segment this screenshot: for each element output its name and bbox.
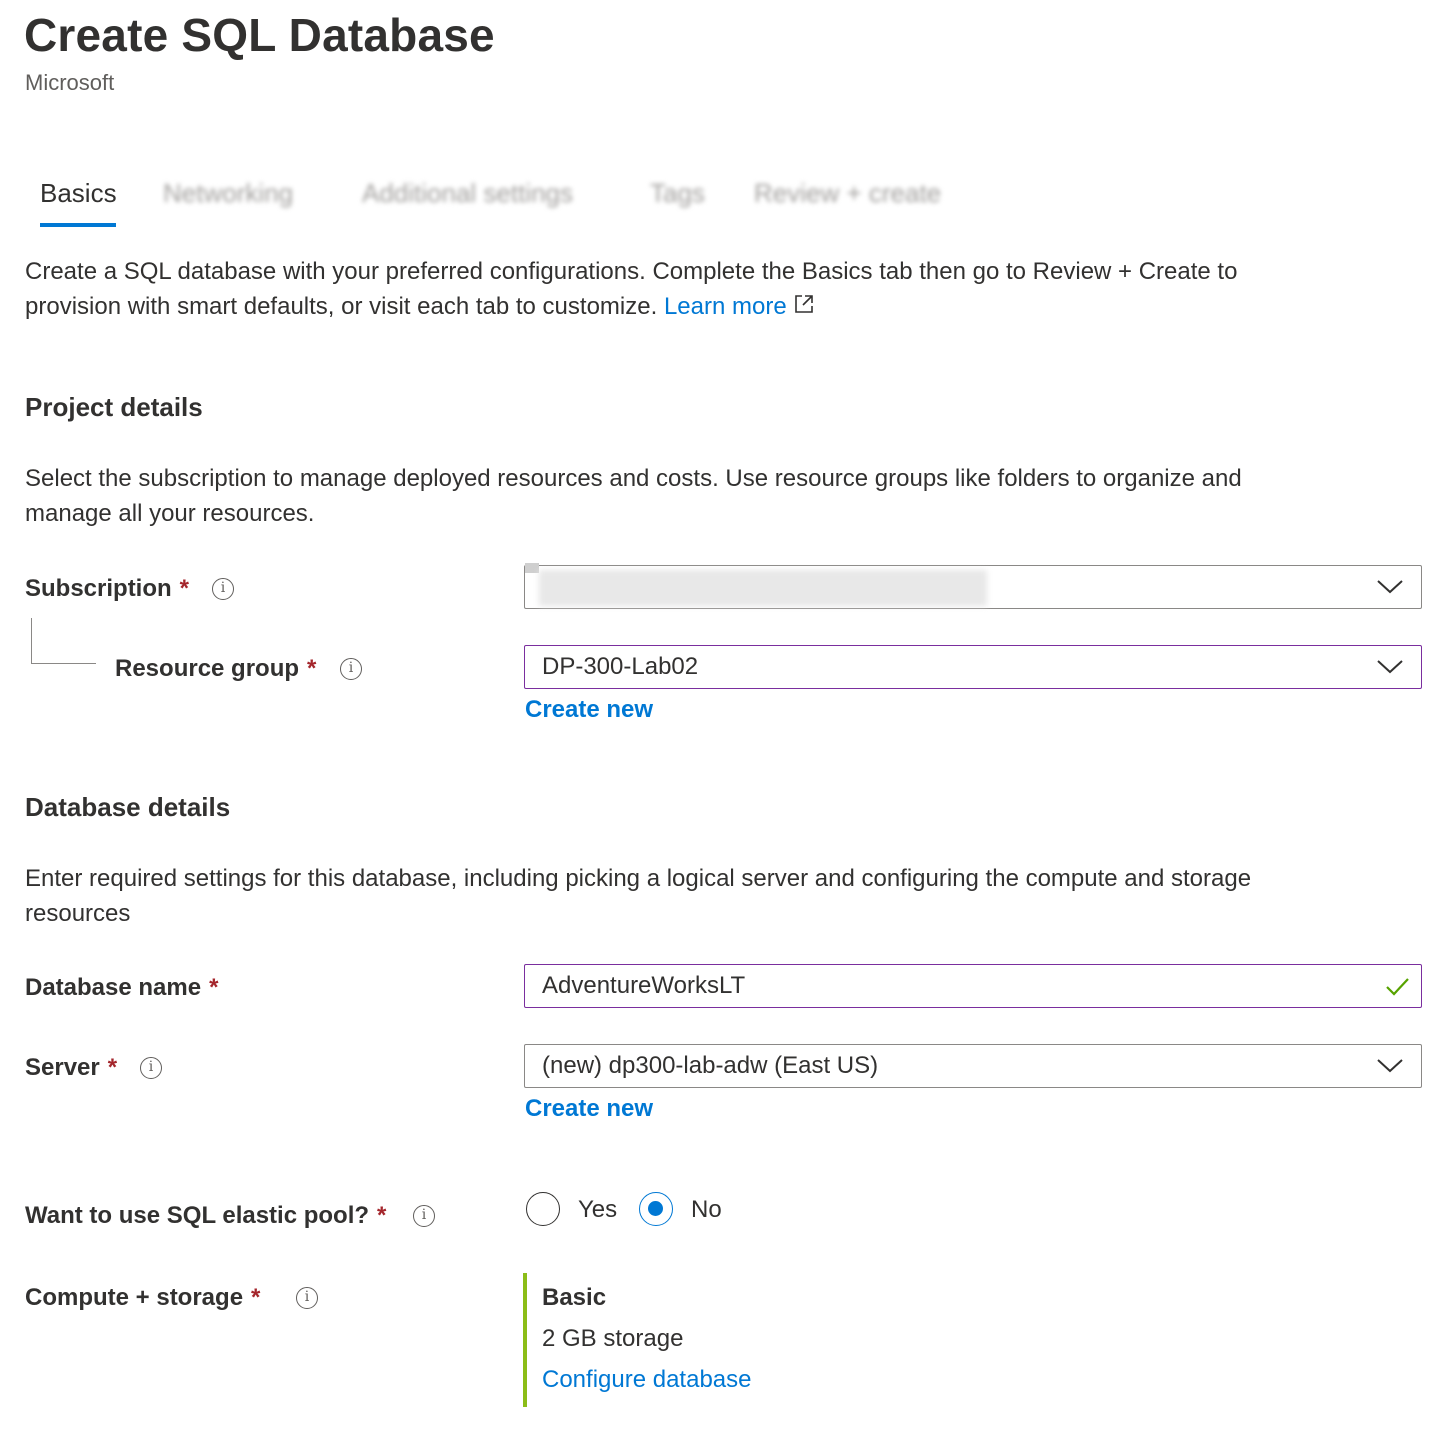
configure-database-link[interactable]: Configure database: [542, 1366, 751, 1394]
compute-storage-label-text: Compute + storage: [25, 1284, 244, 1311]
chevron-down-icon: [1377, 1059, 1403, 1073]
database-desc-line-1: Enter required settings for this databas…: [25, 865, 1252, 892]
chevron-down-icon: [1377, 580, 1403, 594]
page-title: Create SQL Database: [24, 9, 495, 61]
intro-line-2: provision with smart defaults, or visit …: [25, 289, 1415, 324]
tab-tags[interactable]: Tags: [650, 178, 705, 209]
tab-basics[interactable]: Basics: [40, 178, 117, 209]
info-icon[interactable]: i: [212, 578, 234, 600]
intro-line-1: Create a SQL database with your preferre…: [25, 258, 1238, 285]
project-details-heading: Project details: [25, 392, 203, 422]
elastic-pool-label: Want to use SQL elastic pool? *: [25, 1202, 386, 1230]
resource-group-dropdown[interactable]: DP-300-Lab02: [524, 645, 1422, 689]
redacted-subscription-value: [539, 570, 987, 606]
tab-networking[interactable]: Networking: [163, 178, 293, 209]
database-details-heading: Database details: [25, 792, 231, 822]
server-label: Server *: [25, 1054, 117, 1082]
elastic-pool-label-text: Want to use SQL elastic pool?: [25, 1202, 370, 1229]
info-icon[interactable]: i: [296, 1287, 318, 1309]
tier-storage: 2 GB storage: [542, 1325, 684, 1352]
project-desc-line-1: Select the subscription to manage deploy…: [25, 465, 1242, 492]
required-marker: *: [107, 1054, 118, 1081]
database-name-label-text: Database name: [25, 974, 202, 1001]
required-marker: *: [251, 1284, 261, 1311]
subscription-label-text: Subscription: [25, 575, 172, 602]
elastic-pool-no-radio[interactable]: [639, 1192, 673, 1226]
info-icon[interactable]: i: [140, 1057, 162, 1079]
elastic-pool-no-label[interactable]: No: [691, 1196, 722, 1224]
required-marker: *: [377, 1202, 387, 1229]
tab-review-create[interactable]: Review + create: [754, 178, 941, 209]
database-desc-line-2: resources: [25, 900, 131, 927]
project-desc-line-2: manage all your resources.: [25, 500, 315, 527]
database-details-description: Enter required settings for this databas…: [25, 861, 1415, 931]
info-icon[interactable]: i: [413, 1205, 435, 1227]
required-marker: *: [179, 575, 190, 602]
database-name-label: Database name *: [25, 974, 218, 1002]
database-name-input[interactable]: AdventureWorksLT: [524, 964, 1422, 1008]
radio-selected-dot: [648, 1201, 663, 1216]
project-details-description: Select the subscription to manage deploy…: [25, 461, 1415, 531]
resource-group-label-text: Resource group: [115, 655, 300, 682]
required-marker: *: [307, 655, 317, 682]
external-link-icon[interactable]: [793, 293, 815, 315]
server-label-text: Server: [25, 1054, 100, 1081]
learn-more-link[interactable]: Learn more: [664, 293, 787, 320]
elastic-pool-yes-label[interactable]: Yes: [578, 1196, 617, 1224]
server-value: (new) dp300-lab-adw (East US): [542, 1052, 879, 1079]
checkmark-icon: [1386, 978, 1409, 996]
compute-storage-label: Compute + storage *: [25, 1284, 260, 1312]
tab-additional-settings[interactable]: Additional settings: [362, 178, 573, 209]
publisher-label: Microsoft: [25, 70, 115, 95]
database-name-value: AdventureWorksLT: [542, 972, 746, 999]
tier-name: Basic: [542, 1284, 607, 1311]
tier-accent-bar: [523, 1273, 527, 1407]
intro-line-2-text: provision with smart defaults, or visit …: [25, 293, 658, 320]
info-icon[interactable]: i: [340, 658, 362, 680]
intro-description: Create a SQL database with your preferre…: [25, 254, 1415, 324]
subscription-label: Subscription *: [25, 575, 189, 603]
elastic-pool-yes-radio[interactable]: [526, 1192, 560, 1226]
chevron-down-icon: [1377, 660, 1403, 674]
subscription-dropdown[interactable]: [524, 563, 1422, 609]
hierarchy-connector: [31, 618, 96, 664]
create-new-server-link[interactable]: Create new: [525, 1095, 653, 1123]
resource-group-value: DP-300-Lab02: [542, 653, 699, 680]
active-tab-indicator: [40, 223, 116, 227]
redacted-marker: [525, 563, 539, 573]
create-new-resource-group-link[interactable]: Create new: [525, 696, 653, 724]
server-dropdown[interactable]: (new) dp300-lab-adw (East US): [524, 1044, 1422, 1088]
resource-group-label: Resource group *: [115, 655, 316, 683]
required-marker: *: [209, 974, 219, 1001]
